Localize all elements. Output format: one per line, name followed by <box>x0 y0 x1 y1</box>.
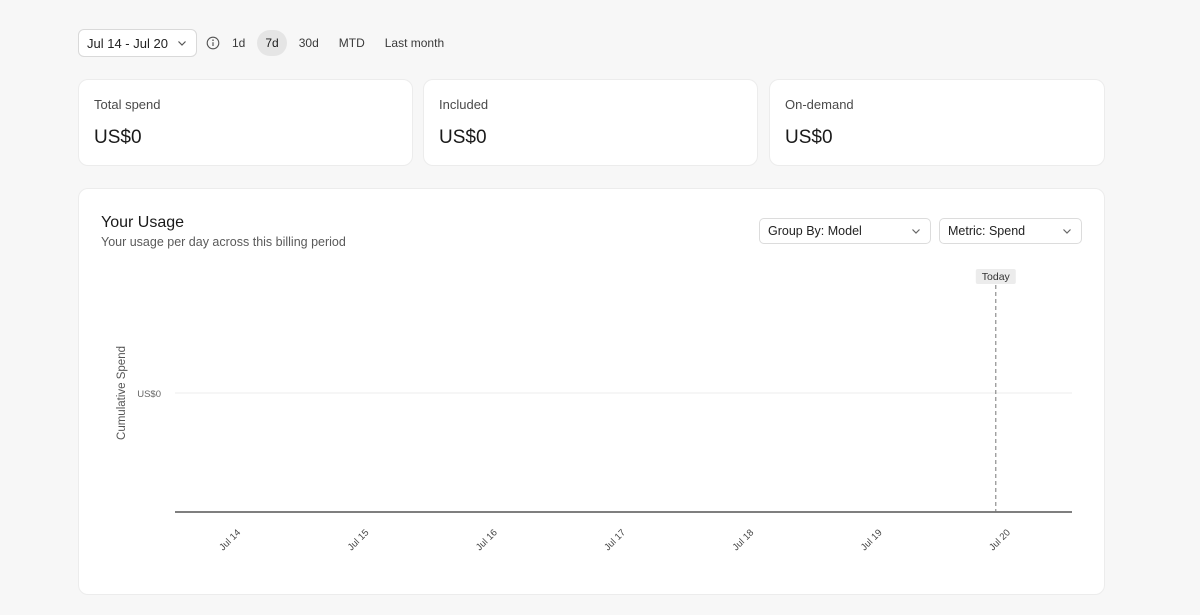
x-tick-label: Jul 19 <box>859 527 885 553</box>
x-tick-label: Jul 16 <box>474 527 500 553</box>
today-label: Today <box>982 271 1011 283</box>
x-tick-label: Jul 14 <box>217 527 243 553</box>
usage-chart: Cumulative Spend US$0 Jul 14 Jul 15 Jul 16 Ju… <box>116 269 1072 553</box>
y-tick-label: US$0 <box>137 389 161 400</box>
x-tick-label: Jul 18 <box>731 527 757 553</box>
x-tick-label: Jul 17 <box>602 527 628 553</box>
y-axis-label: Cumulative Spend <box>116 346 128 440</box>
x-tick-label: Jul 20 <box>987 527 1013 553</box>
x-tick-label: Jul 15 <box>346 527 372 553</box>
